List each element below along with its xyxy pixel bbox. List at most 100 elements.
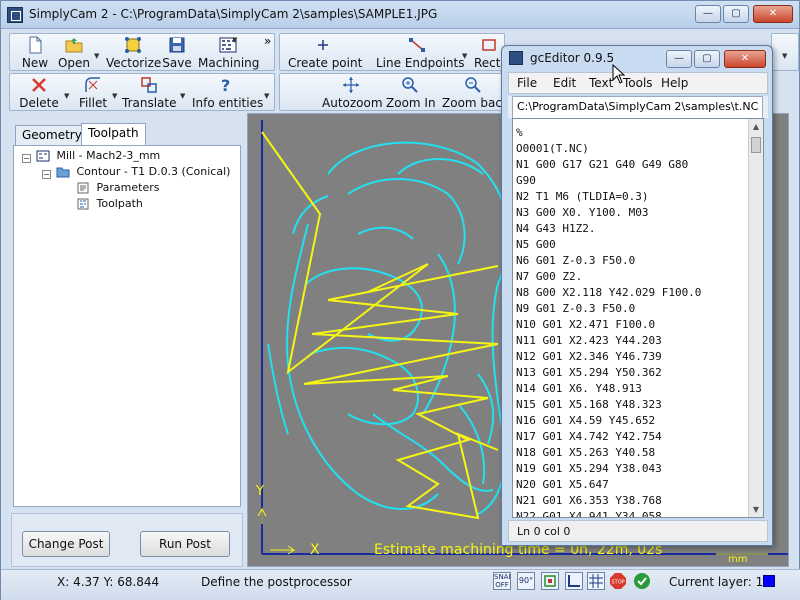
ortho-icon[interactable] [565,572,583,590]
autozoom-icon [343,77,359,93]
zoom-in-label: Zoom In [386,96,436,110]
gceditor-file-tabs: C:\ProgramData\SimplyCam 2\samples\t.NC [508,96,768,118]
unit-label: mm [728,554,748,565]
line-dropdown-icon[interactable]: ▼ [462,52,467,60]
svg-text:?: ? [221,76,230,94]
zoom-out-icon [465,77,481,93]
layer-color-swatch[interactable] [763,575,775,587]
gceditor-close-button[interactable]: ✕ [724,50,766,68]
cursor-position: Ln 0 col 0 [517,525,571,538]
main-title-bar[interactable]: SimplyCam 2 - C:\ProgramData\SimplyCam 2… [1,1,799,29]
gcode-line: N20 G01 X5.647 [516,478,609,491]
save-icon [169,37,185,53]
tab-geometry[interactable]: Geometry [15,125,89,145]
vectorize-label: Vectorize [106,56,162,70]
new-label: New [21,56,49,70]
menu-file[interactable]: File [517,76,537,90]
folder-icon [56,167,70,178]
zoom-in-button[interactable]: Zoom In [386,76,436,112]
toolpath-tree: − Mill - Mach2-3_mm − Contour - T1 D.0.3… [13,145,241,507]
gceditor-minimize-button[interactable]: — [666,50,692,68]
save-button[interactable]: Save [162,36,192,72]
tab-toolpath[interactable]: Toolpath [81,123,146,145]
delete-button[interactable]: Delete [18,76,60,112]
gcode-line: N11 G01 X2.423 Y44.203 [516,334,662,347]
file-toolbar: New Open ▼ Vectorize Save Machining ▼ » [9,33,275,71]
zoom-back-button[interactable]: Zoom back [442,76,509,112]
scroll-down-icon[interactable]: ▼ [749,502,763,517]
maximize-button[interactable]: ▢ [723,5,749,23]
save-label: Save [162,56,192,70]
snap-off-icon[interactable]: SNAP OFF [493,572,511,590]
rectangle-label: Recta [474,56,504,70]
scroll-up-icon[interactable]: ▲ [749,119,763,134]
vectorize-button[interactable]: Vectorize [106,36,162,72]
gcode-line: N17 G01 X4.742 Y42.754 [516,430,662,443]
tree-collapse-icon[interactable]: − [22,154,31,163]
toolbar-overflow-icon[interactable]: » [264,34,271,48]
gcode-line: N1 G00 G17 G21 G40 G49 G80 [516,158,689,171]
create-point-icon [318,40,328,50]
coordinates-readout: X: 4.37 Y: 68.844 [57,575,160,589]
mouse-cursor-icon [612,64,626,84]
gcode-line: N2 T1 M6 (TLDIA=0.3) [516,190,649,203]
extra-toolbar: ▼ [771,33,799,71]
zoom-in-icon [402,77,418,93]
tree-node-parameters[interactable]: Parameters [76,181,159,194]
tree-node-contour[interactable]: Contour - T1 D.0.3 (Conical) [56,165,230,178]
menu-edit[interactable]: Edit [553,76,576,90]
create-point-button[interactable]: Create point [288,36,362,72]
left-panel-tabs: Geometry Toolpath [11,123,243,145]
line-endpoints-button[interactable]: Line Endpoints [376,36,464,72]
menu-help[interactable]: Help [661,76,688,90]
fillet-icon [85,77,100,92]
check-icon[interactable] [633,572,651,590]
autozoom-label: Autozoom [322,96,383,110]
menu-tools[interactable]: Tools [623,76,653,90]
run-post-button[interactable]: Run Post [140,531,230,557]
info-dropdown-icon[interactable]: ▼ [264,92,269,100]
open-button[interactable]: Open [56,36,92,72]
info-entities-button[interactable]: ? Info entities [192,76,263,112]
machining-label: Machining [198,56,260,70]
main-window-title: SimplyCam 2 - C:\ProgramData\SimplyCam 2… [29,7,438,21]
zoom-back-label: Zoom back [442,96,509,110]
autozoom-button[interactable]: Autozoom [322,76,383,112]
change-post-button[interactable]: Change Post [22,531,110,557]
grid-icon[interactable] [587,572,605,590]
translate-dropdown-icon[interactable]: ▼ [180,92,185,100]
gcode-line: N19 G01 X5.294 Y38.043 [516,462,662,475]
close-button[interactable]: ✕ [753,5,793,23]
machine-icon [36,150,50,162]
gcode-line: N6 G01 Z-0.3 F50.0 [516,254,636,267]
snap-grid-icon[interactable] [541,572,559,590]
new-button[interactable]: New [18,36,52,72]
machining-button[interactable]: Machining [198,36,260,72]
stop-icon[interactable]: STOP [609,572,627,590]
open-dropdown-icon[interactable]: ▼ [94,52,99,60]
machining-dropdown-icon[interactable]: ▼ [232,36,237,44]
file-tab-t-nc[interactable]: C:\ProgramData\SimplyCam 2\samples\t.NC [512,96,764,118]
minimize-button[interactable]: — [695,5,721,23]
tree-node-toolpath-label: Toolpath [96,197,143,210]
translate-button[interactable]: Translate [122,76,177,112]
rectangle-button[interactable]: Recta [474,36,504,72]
gcode-vertical-scrollbar[interactable]: ▲ ▼ [748,119,763,517]
extra-dropdown-icon[interactable]: ▼ [782,52,787,60]
gcode-line: N7 G00 Z2. [516,270,583,283]
menu-text[interactable]: Text [589,76,613,90]
gceditor-maximize-button[interactable]: ▢ [694,50,720,68]
scroll-thumb[interactable] [751,137,761,153]
tree-node-machine[interactable]: Mill - Mach2-3_mm [36,149,160,162]
fillet-dropdown-icon[interactable]: ▼ [112,92,117,100]
delete-dropdown-icon[interactable]: ▼ [64,92,69,100]
gceditor-title-bar[interactable]: gcEditor 0.9.5 — ▢ ✕ [502,46,772,72]
gcode-text-area[interactable]: % O0001(T.NC) N1 G00 G17 G21 G40 G49 G80 G9… [512,118,764,518]
angle-90-icon[interactable]: 90° [517,572,535,590]
gceditor-menu-bar: File Edit Text Tools Help [508,72,768,94]
tree-node-toolpath[interactable]: Toolpath [76,197,143,210]
tree-collapse-icon[interactable]: − [42,170,51,179]
rectangle-icon [482,39,496,51]
fillet-button[interactable]: Fillet [74,76,112,112]
y-axis-label: Y [256,484,264,499]
